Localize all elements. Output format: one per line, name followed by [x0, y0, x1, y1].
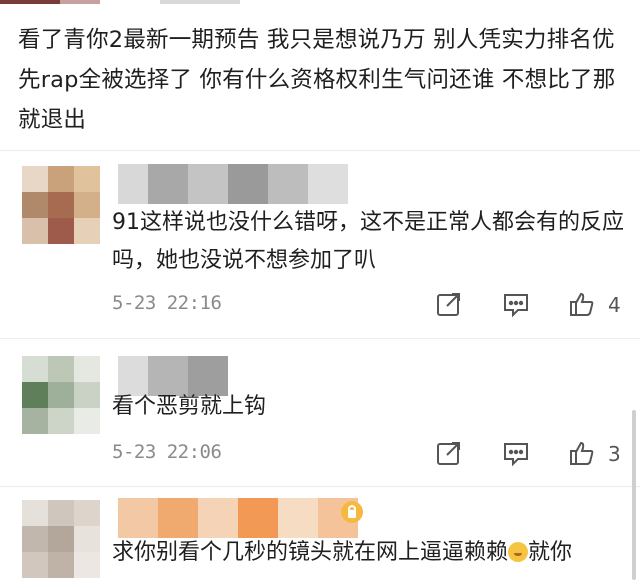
cropped-top-bar	[0, 0, 640, 4]
scrollbar[interactable]	[632, 410, 636, 580]
share-icon[interactable]	[435, 290, 463, 318]
comment-item: 91这样说也没什么错呀，这不是正常人都会有的反应吗，她也没说不想参加了叭 5-2…	[0, 150, 640, 340]
comment-text-part: 求你别看个几秒的镜头就在网上逼逼赖赖	[112, 540, 509, 565]
post-body: 看了青你2最新一期预告 我只是想说乃万 别人凭实力排名优先rap全被选择了 你有…	[18, 27, 616, 133]
comment-text: 求你别看个几秒的镜头就在网上逼逼赖赖 就你	[112, 534, 632, 572]
like-count: 4	[608, 293, 621, 317]
comment-time: 5-23 22:06	[112, 441, 222, 463]
comment-item: 求你别看个几秒的镜头就在网上逼逼赖赖 就你	[0, 486, 640, 581]
comment-icon[interactable]	[502, 290, 530, 318]
thumbs-up-icon[interactable]	[568, 290, 596, 318]
share-icon[interactable]	[435, 439, 463, 467]
avatar[interactable]	[22, 166, 100, 244]
comment-time: 5-23 22:16	[112, 292, 222, 314]
username-blurred[interactable]	[118, 498, 358, 538]
avatar[interactable]	[22, 356, 100, 434]
comment-text: 91这样说也没什么错呀，这不是正常人都会有的反应吗，她也没说不想参加了叭	[112, 210, 624, 273]
emoji-icon	[508, 542, 529, 562]
thumbs-up-icon[interactable]	[568, 439, 596, 467]
avatar[interactable]	[22, 500, 100, 578]
comment-icon[interactable]	[502, 439, 530, 467]
comment-text: 看个恶剪就上钩	[112, 394, 267, 419]
badge-icon	[338, 498, 366, 526]
username-blurred[interactable]	[118, 164, 348, 204]
comment-item: 看个恶剪就上钩 5-23 22:06 3	[0, 338, 640, 488]
comment-text-part: 就你	[528, 540, 573, 565]
like-count: 3	[608, 442, 621, 466]
